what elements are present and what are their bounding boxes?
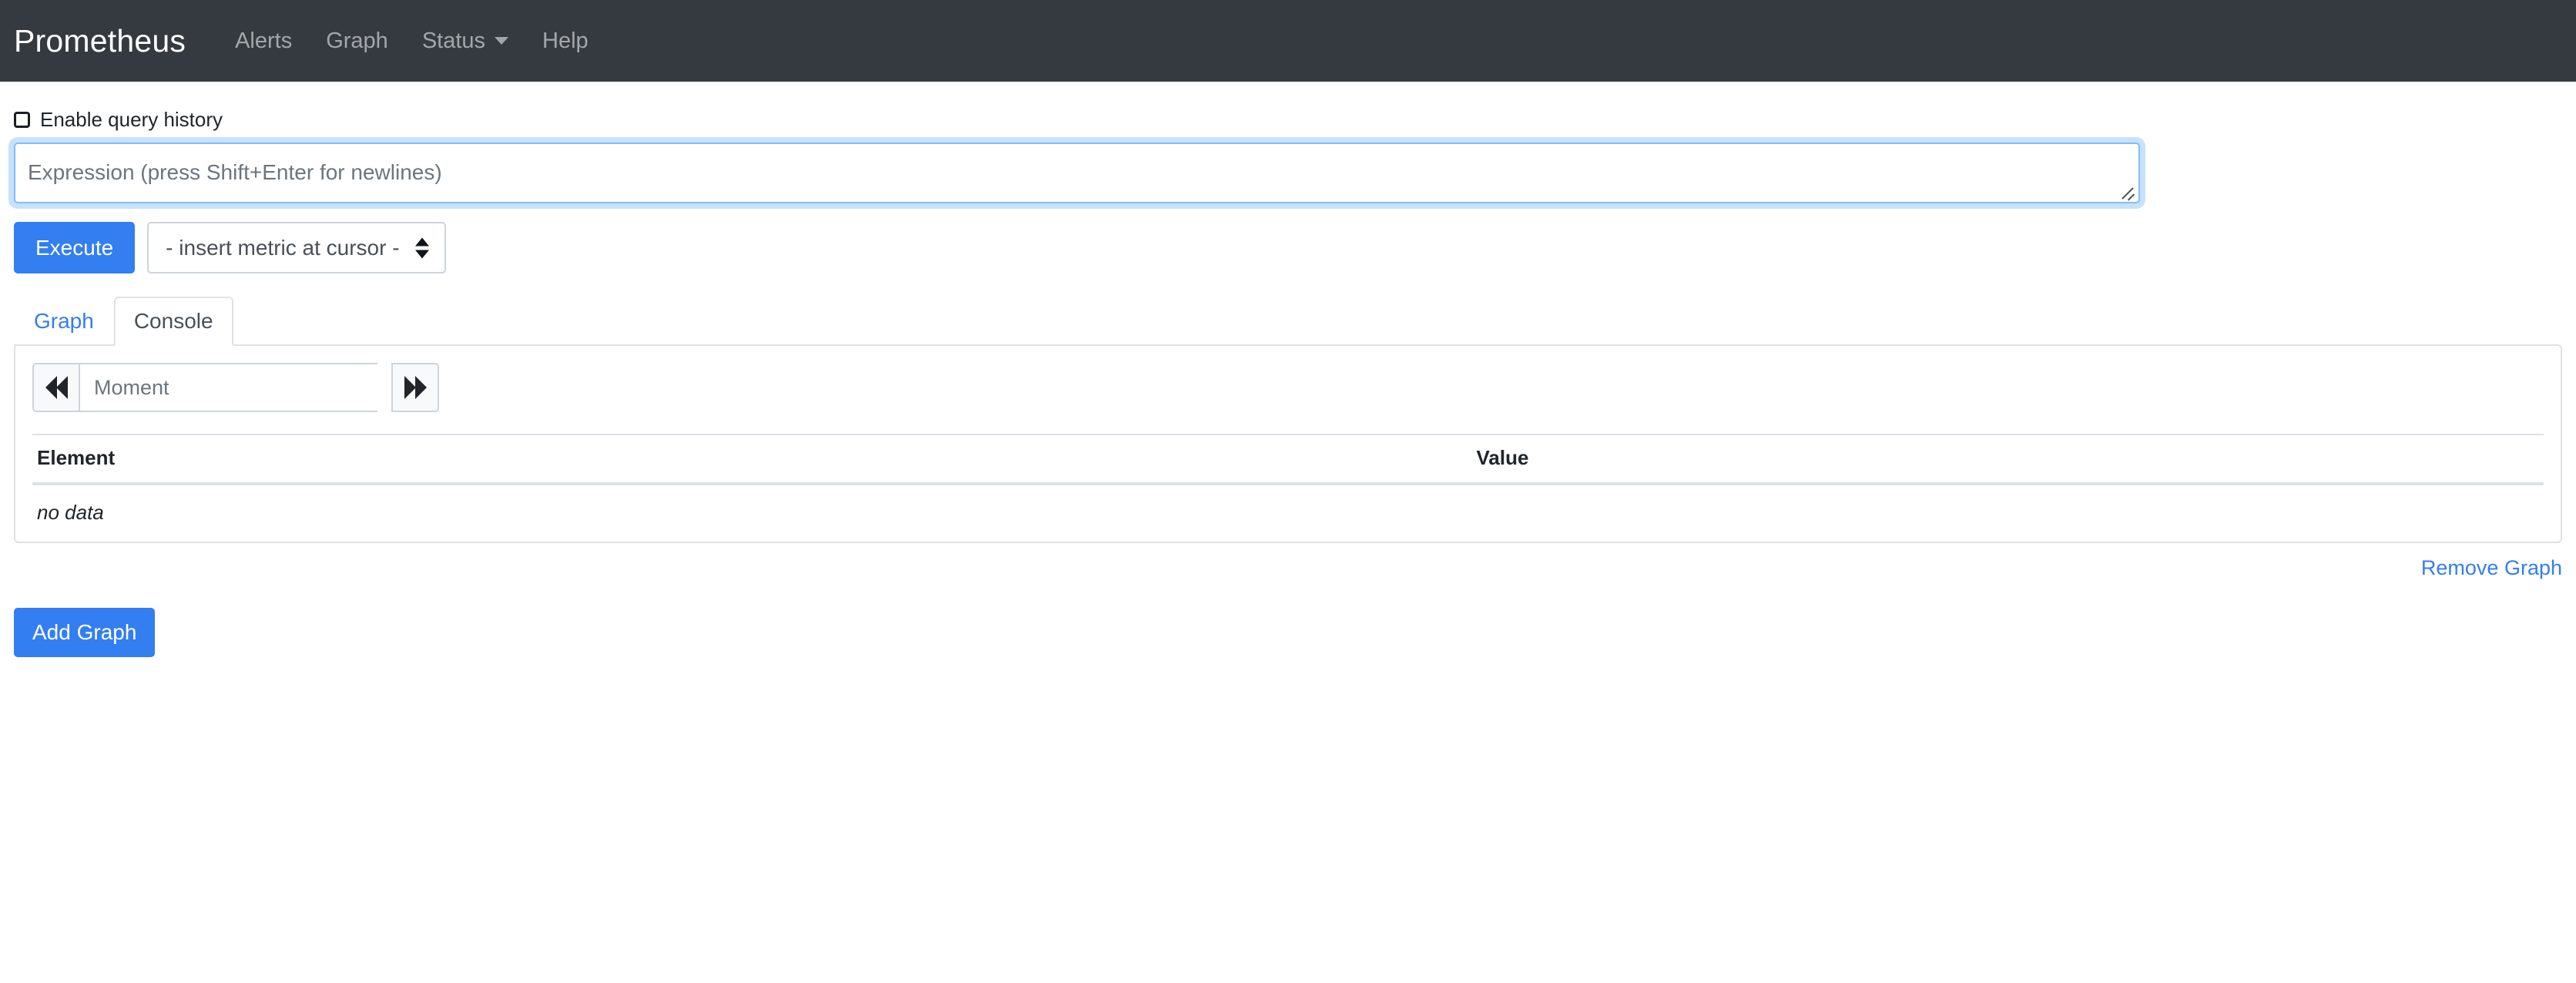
execute-row: Execute - insert metric at cursor - <box>14 222 2562 273</box>
column-header-value: Value <box>1477 434 2544 484</box>
table-row: no data <box>32 484 2544 542</box>
nav-item-status-label[interactable]: Status <box>422 30 485 52</box>
insert-metric-select[interactable]: - insert metric at cursor - <box>147 222 446 273</box>
double-left-arrow-icon <box>45 376 68 399</box>
brand-logo[interactable]: Prometheus <box>14 23 186 59</box>
results-table-body: no data <box>32 484 2544 542</box>
enable-query-history-label: Enable query history <box>40 109 223 129</box>
add-graph-button[interactable]: Add Graph <box>14 608 155 657</box>
results-table-head: Element Value <box>32 434 2544 484</box>
double-right-arrow-icon <box>404 376 427 399</box>
nav-links: Alerts Graph Status Help <box>218 30 605 52</box>
expression-input[interactable] <box>14 143 2140 203</box>
tab-graph[interactable]: Graph <box>14 297 114 346</box>
moment-input[interactable] <box>80 363 377 412</box>
moment-spacer <box>377 363 391 412</box>
query-history-row: Enable query history <box>14 109 2562 129</box>
console-panel: Element Value no data <box>14 344 2562 543</box>
remove-graph-row: Remove Graph <box>14 556 2562 580</box>
nav-item-graph[interactable]: Graph <box>309 30 405 52</box>
top-navbar: Prometheus Alerts Graph Status Help <box>0 0 2576 82</box>
remove-graph-link[interactable]: Remove Graph <box>2421 556 2562 580</box>
nav-item-alerts[interactable]: Alerts <box>218 30 309 52</box>
page-container: Enable query history Execute - insert me… <box>0 109 2576 657</box>
panel-tabs: Graph Console <box>14 297 2562 346</box>
chevron-down-icon <box>495 37 508 45</box>
moment-controls <box>32 363 2544 412</box>
nav-item-status[interactable]: Status <box>405 30 525 52</box>
results-table: Element Value no data <box>32 434 2544 542</box>
table-header-row: Element Value <box>32 434 2544 484</box>
moment-rewind-button[interactable] <box>32 363 80 412</box>
enable-query-history-checkbox[interactable] <box>14 112 30 128</box>
no-data-cell: no data <box>32 484 2544 542</box>
metric-select-wrapper: - insert metric at cursor - <box>147 222 446 273</box>
tab-console[interactable]: Console <box>114 297 233 346</box>
nav-item-help[interactable]: Help <box>525 30 605 52</box>
column-header-element: Element <box>32 434 1477 484</box>
expression-input-wrapper <box>14 143 2140 203</box>
moment-forward-button[interactable] <box>391 363 439 412</box>
execute-button[interactable]: Execute <box>14 222 135 273</box>
